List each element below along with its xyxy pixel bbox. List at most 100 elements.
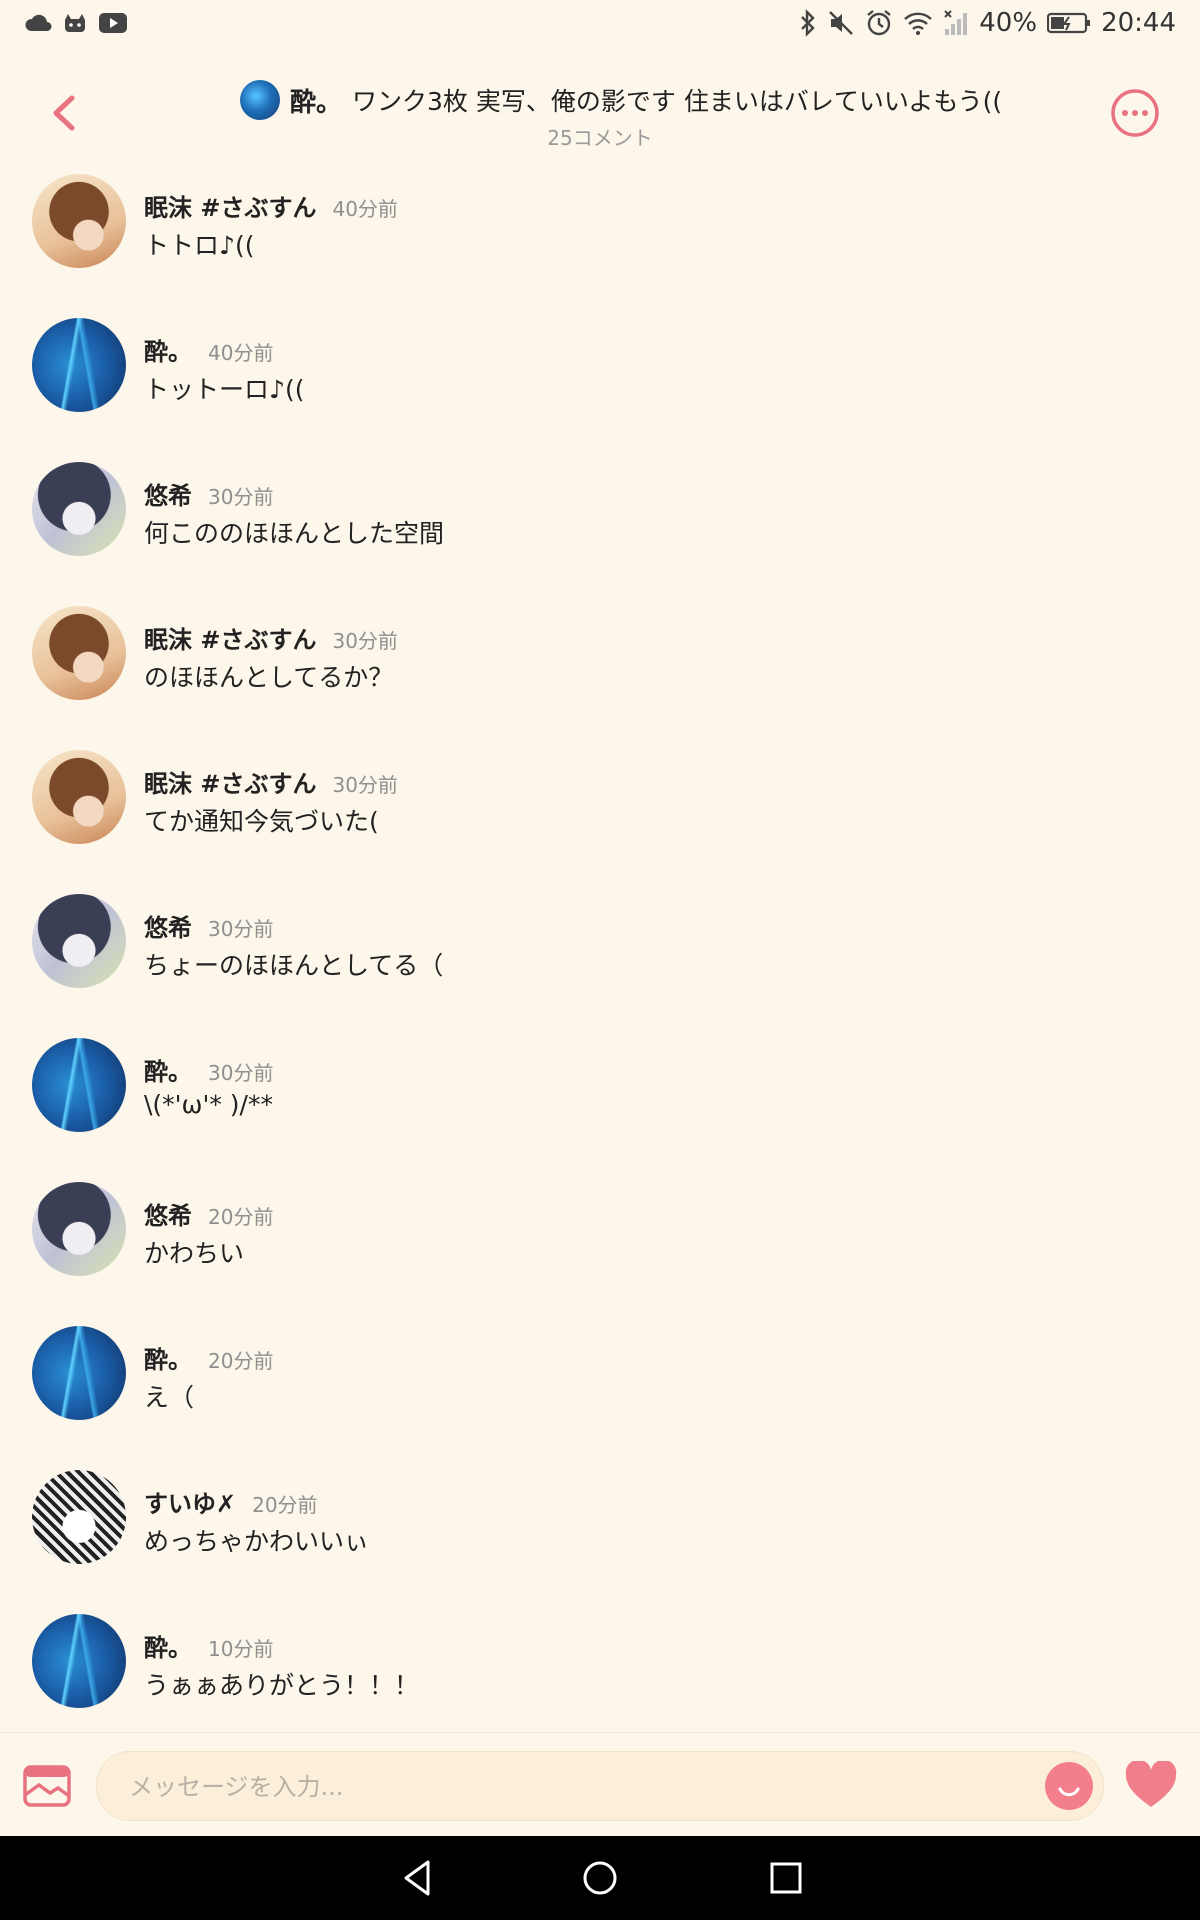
comment-item[interactable]: 悠希 30分前ちょーのほほんとしてる（ [0, 890, 1200, 1034]
image-icon [23, 1765, 71, 1807]
comment-timestamp: 40分前 [332, 197, 398, 221]
emoji-button[interactable] [1045, 1762, 1093, 1810]
comment-author[interactable]: 酔。 [144, 1628, 192, 1663]
comment-meta: 悠希 30分前 [144, 476, 273, 511]
comment-author[interactable]: 悠希 [144, 908, 192, 943]
user-avatar[interactable] [32, 1326, 126, 1420]
comment-author[interactable]: 酔。 [144, 1340, 192, 1375]
cat-icon [62, 12, 88, 34]
comment-timestamp: 30分前 [332, 773, 398, 797]
comment-timestamp: 20分前 [208, 1349, 274, 1373]
comment-meta: すいゆ✗ 20分前 [144, 1484, 318, 1519]
author-avatar [240, 80, 280, 120]
battery-icon [1047, 11, 1091, 35]
comment-meta: 酔。 30分前 [144, 1052, 273, 1087]
comment-meta: 眠沫 #さぶすん 30分前 [144, 620, 398, 655]
nav-home-button[interactable] [578, 1856, 622, 1900]
comment-count: 25コメント [547, 126, 653, 150]
status-bar: 40% 20:44 [0, 0, 1200, 50]
comment-text: めっちゃかわいいぃ [144, 1527, 370, 1556]
comment-timestamp: 30分前 [208, 917, 274, 941]
user-avatar[interactable] [32, 1470, 126, 1564]
more-options-button[interactable] [1110, 88, 1160, 138]
comment-text: うぁぁありがとう！！！ [144, 1671, 420, 1700]
nav-recents-button[interactable] [764, 1856, 808, 1900]
author-name: 酔。 [290, 87, 343, 118]
nav-back-button[interactable] [396, 1856, 440, 1900]
comment-text: のほほんとしてるか？ [144, 663, 394, 692]
image-button[interactable] [22, 1763, 72, 1809]
bluetooth-icon [799, 9, 817, 37]
user-avatar[interactable] [32, 462, 126, 556]
system-nav-bar [0, 1836, 1200, 1920]
comment-item[interactable]: 眠沫 #さぶすん 30分前てか通知今気づいた( [0, 746, 1200, 890]
post-header: 酔。 ワンク3枚 実写、俺の影です 住まいはバレていいよもう(( 25コメント [0, 70, 1200, 160]
comment-author[interactable]: すいゆ✗ [144, 1484, 236, 1519]
signal-icon [943, 9, 969, 37]
comment-item[interactable]: すいゆ✗ 20分前めっちゃかわいいぃ [0, 1466, 1200, 1610]
user-avatar[interactable] [32, 1038, 126, 1132]
comment-timestamp: 30分前 [208, 485, 274, 509]
clock: 20:44 [1101, 8, 1176, 38]
user-avatar[interactable] [32, 1182, 126, 1276]
message-bar [0, 1732, 1200, 1837]
triangle-back-icon [404, 1860, 430, 1896]
comment-author[interactable]: 悠希 [144, 1196, 192, 1231]
comment-author[interactable]: 酔。 [144, 332, 192, 367]
comment-text: え（ [144, 1383, 195, 1412]
cloud-icon [24, 13, 52, 33]
alarm-icon [865, 9, 893, 37]
comment-timestamp: 40分前 [208, 341, 274, 365]
more-icon [1111, 89, 1159, 137]
user-avatar[interactable] [32, 1614, 126, 1708]
post-title: ワンク3枚 実写、俺の影です 住まいはバレていいよもう(( [352, 87, 1000, 116]
user-avatar[interactable] [32, 174, 126, 268]
comment-author[interactable]: 眠沫 #さぶすん [144, 620, 316, 655]
comment-meta: 酔。 10分前 [144, 1628, 273, 1663]
comment-timestamp: 30分前 [208, 1061, 274, 1085]
comment-text: トットーロ♪(( [144, 375, 305, 404]
youtube-icon [98, 12, 128, 34]
comment-item[interactable]: 悠希 20分前かわちい [0, 1178, 1200, 1322]
comment-meta: 酔。 40分前 [144, 332, 273, 367]
message-input[interactable] [127, 1752, 1011, 1822]
comment-list: 眠沫 #さぶすん 40分前 トトロ♪((酔。 40分前 トットーロ♪((悠希 30分前 何こ… [0, 170, 1200, 1754]
comment-author[interactable]: 酔。 [144, 1052, 192, 1087]
comment-text: トトロ♪(( [144, 231, 255, 260]
comment-text: 何こののほほんとした空間 [144, 519, 445, 548]
comment-meta: 眠沫 #さぶすん 40分前 [144, 188, 398, 223]
comment-item[interactable]: 悠希 30分前何こののほほんとした空間 [0, 458, 1200, 602]
comment-text: てか通知今気づいた( [144, 807, 379, 836]
comment-timestamp: 20分前 [252, 1493, 318, 1517]
user-avatar[interactable] [32, 894, 126, 988]
user-avatar[interactable] [32, 606, 126, 700]
mute-icon [827, 9, 855, 37]
comment-item[interactable]: 酔。 40分前トットーロ♪(( [0, 314, 1200, 458]
comment-text: かわちい [144, 1239, 245, 1268]
comment-meta: 悠希 30分前 [144, 908, 273, 943]
comment-item[interactable]: 酔。 30分前 \(*'ω'* )/** [0, 1034, 1200, 1178]
comment-meta: 悠希 20分前 [144, 1196, 273, 1231]
smile-icon [1058, 1787, 1080, 1797]
comment-item[interactable]: 眠沫 #さぶすん 30分前のほほんとしてるか？ [0, 602, 1200, 746]
user-avatar[interactable] [32, 750, 126, 844]
comment-timestamp: 30分前 [332, 629, 398, 653]
battery-percent: 40% [979, 8, 1038, 38]
message-field [96, 1751, 1104, 1822]
comment-item[interactable]: 酔。 20分前 え（ [0, 1322, 1200, 1466]
heart-icon [1125, 1759, 1177, 1807]
comment-text: ちょーのほほんとしてる（ [144, 951, 444, 980]
post-title-row[interactable]: 酔。 ワンク3枚 実写、俺の影です 住まいはバレていいよもう(( [240, 80, 1000, 120]
like-button[interactable] [1124, 1759, 1178, 1811]
comment-author[interactable]: 悠希 [144, 476, 192, 511]
wifi-icon [903, 10, 933, 36]
comment-timestamp: 20分前 [208, 1205, 274, 1229]
comment-author[interactable]: 眠沫 #さぶすん [144, 764, 316, 799]
comment-author[interactable]: 眠沫 #さぶすん [144, 188, 316, 223]
comment-timestamp: 10分前 [208, 1637, 274, 1661]
comment-text: \(*'ω'* )/** [144, 1090, 273, 1119]
square-recents-icon [770, 1862, 802, 1894]
user-avatar[interactable] [32, 318, 126, 412]
comment-item[interactable]: 眠沫 #さぶすん 40分前トトロ♪(( [0, 170, 1200, 314]
circle-home-icon [583, 1861, 617, 1895]
